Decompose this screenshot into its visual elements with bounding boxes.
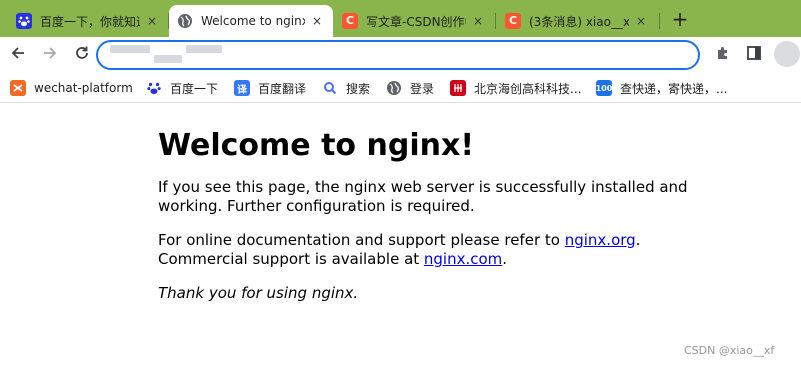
csdn-c-icon: C [342, 13, 358, 29]
address-bar[interactable] [96, 40, 700, 70]
search-icon [322, 80, 338, 96]
intro-paragraph: If you see this page, the nginx web serv… [158, 178, 688, 215]
bookmark-company[interactable]: 北京海创高科科技... [450, 79, 581, 97]
forward-button[interactable] [38, 43, 62, 67]
baidu-paw-icon [146, 80, 162, 96]
blurred-url [154, 55, 182, 63]
bookmark-baidu-translate[interactable]: 译 百度翻译 [234, 79, 306, 97]
blurred-url [186, 45, 222, 53]
extensions-button[interactable] [711, 43, 735, 67]
tab-separator [659, 13, 660, 29]
bookmark-kuaidi[interactable]: 100 查快递，寄快递，... [596, 79, 727, 97]
globe-icon [386, 80, 402, 96]
nginx-com-link[interactable]: nginx.com [424, 250, 502, 268]
bookmark-label: 百度一下 [170, 81, 219, 96]
tab-csdn-write[interactable]: C 写文章-CSDN创作中心 × [334, 5, 494, 37]
tab-csdn-messages[interactable]: C (3条消息) xiao__xf × [497, 5, 657, 37]
bookmark-label: 北京海创高科科技... [474, 81, 582, 96]
arrow-left-icon [10, 45, 26, 65]
thanks-paragraph: Thank you for using nginx. [158, 284, 359, 302]
blurred-url [110, 45, 150, 53]
csdn-c-icon: C [505, 13, 521, 29]
bookmark-label: 查快递，寄快递，... [620, 81, 728, 96]
tab-nginx[interactable]: Welcome to nginx! × [169, 5, 333, 37]
csdn-watermark: CSDN @xiao__xf [684, 344, 775, 357]
reload-button[interactable] [70, 43, 94, 67]
close-icon[interactable]: × [470, 13, 486, 29]
back-button[interactable] [6, 43, 30, 67]
bookmark-label: wechat-platform [34, 81, 133, 95]
bookmark-label: 登录 [410, 81, 435, 96]
page-content: Welcome to nginx! If you see this page, … [158, 104, 698, 303]
baidu-paw-icon [16, 13, 32, 29]
nginx-org-link[interactable]: nginx.org [565, 231, 636, 249]
puzzle-icon [715, 45, 731, 65]
translate-icon: 译 [234, 80, 250, 96]
bookmark-baidu[interactable]: 百度一下 [146, 79, 218, 97]
tab-baidu[interactable]: 百度一下，你就知道 × [8, 5, 168, 37]
commercial-text: Commercial support is available at [158, 250, 424, 268]
globe-icon [177, 13, 193, 29]
bookmark-wechat-platform[interactable]: wechat-platform [10, 79, 133, 97]
support-paragraph: For online documentation and support ple… [158, 231, 698, 269]
wechat-platform-icon [10, 80, 26, 96]
kuaidi-icon: 100 [596, 80, 612, 96]
side-panel-icon [746, 45, 762, 65]
tab-title: Welcome to nginx! [201, 14, 305, 28]
company-logo-icon [450, 80, 466, 96]
new-tab-button[interactable]: + [668, 8, 692, 32]
commercial-period: . [502, 250, 508, 268]
browser-toolbar [0, 37, 801, 73]
arrow-right-icon [42, 45, 58, 65]
tab-separator [495, 13, 496, 29]
reload-icon [74, 45, 90, 65]
tab-title: (3条消息) xiao__xf [529, 14, 629, 29]
avatar-icon[interactable] [774, 41, 800, 67]
bookmark-label: 搜索 [346, 81, 371, 96]
close-icon[interactable]: × [144, 13, 160, 29]
close-icon[interactable]: × [633, 13, 649, 29]
bookmarks-bar: wechat-platform 百度一下 译 百度翻译 搜索 登录 北京海创高科… [0, 73, 801, 103]
side-panel-button[interactable] [742, 43, 766, 67]
bookmark-label: 百度翻译 [258, 81, 307, 96]
tab-strip: 百度一下，你就知道 × Welcome to nginx! × C 写文章-CS… [0, 0, 801, 37]
page-title: Welcome to nginx! [158, 128, 474, 163]
bookmark-login[interactable]: 登录 [386, 79, 434, 97]
support-period: . [635, 231, 641, 249]
tab-title: 写文章-CSDN创作中心 [366, 14, 466, 29]
support-text: For online documentation and support ple… [158, 231, 565, 249]
bookmark-search[interactable]: 搜索 [322, 79, 370, 97]
tab-title: 百度一下，你就知道 [40, 14, 140, 29]
close-icon[interactable]: × [309, 13, 325, 29]
